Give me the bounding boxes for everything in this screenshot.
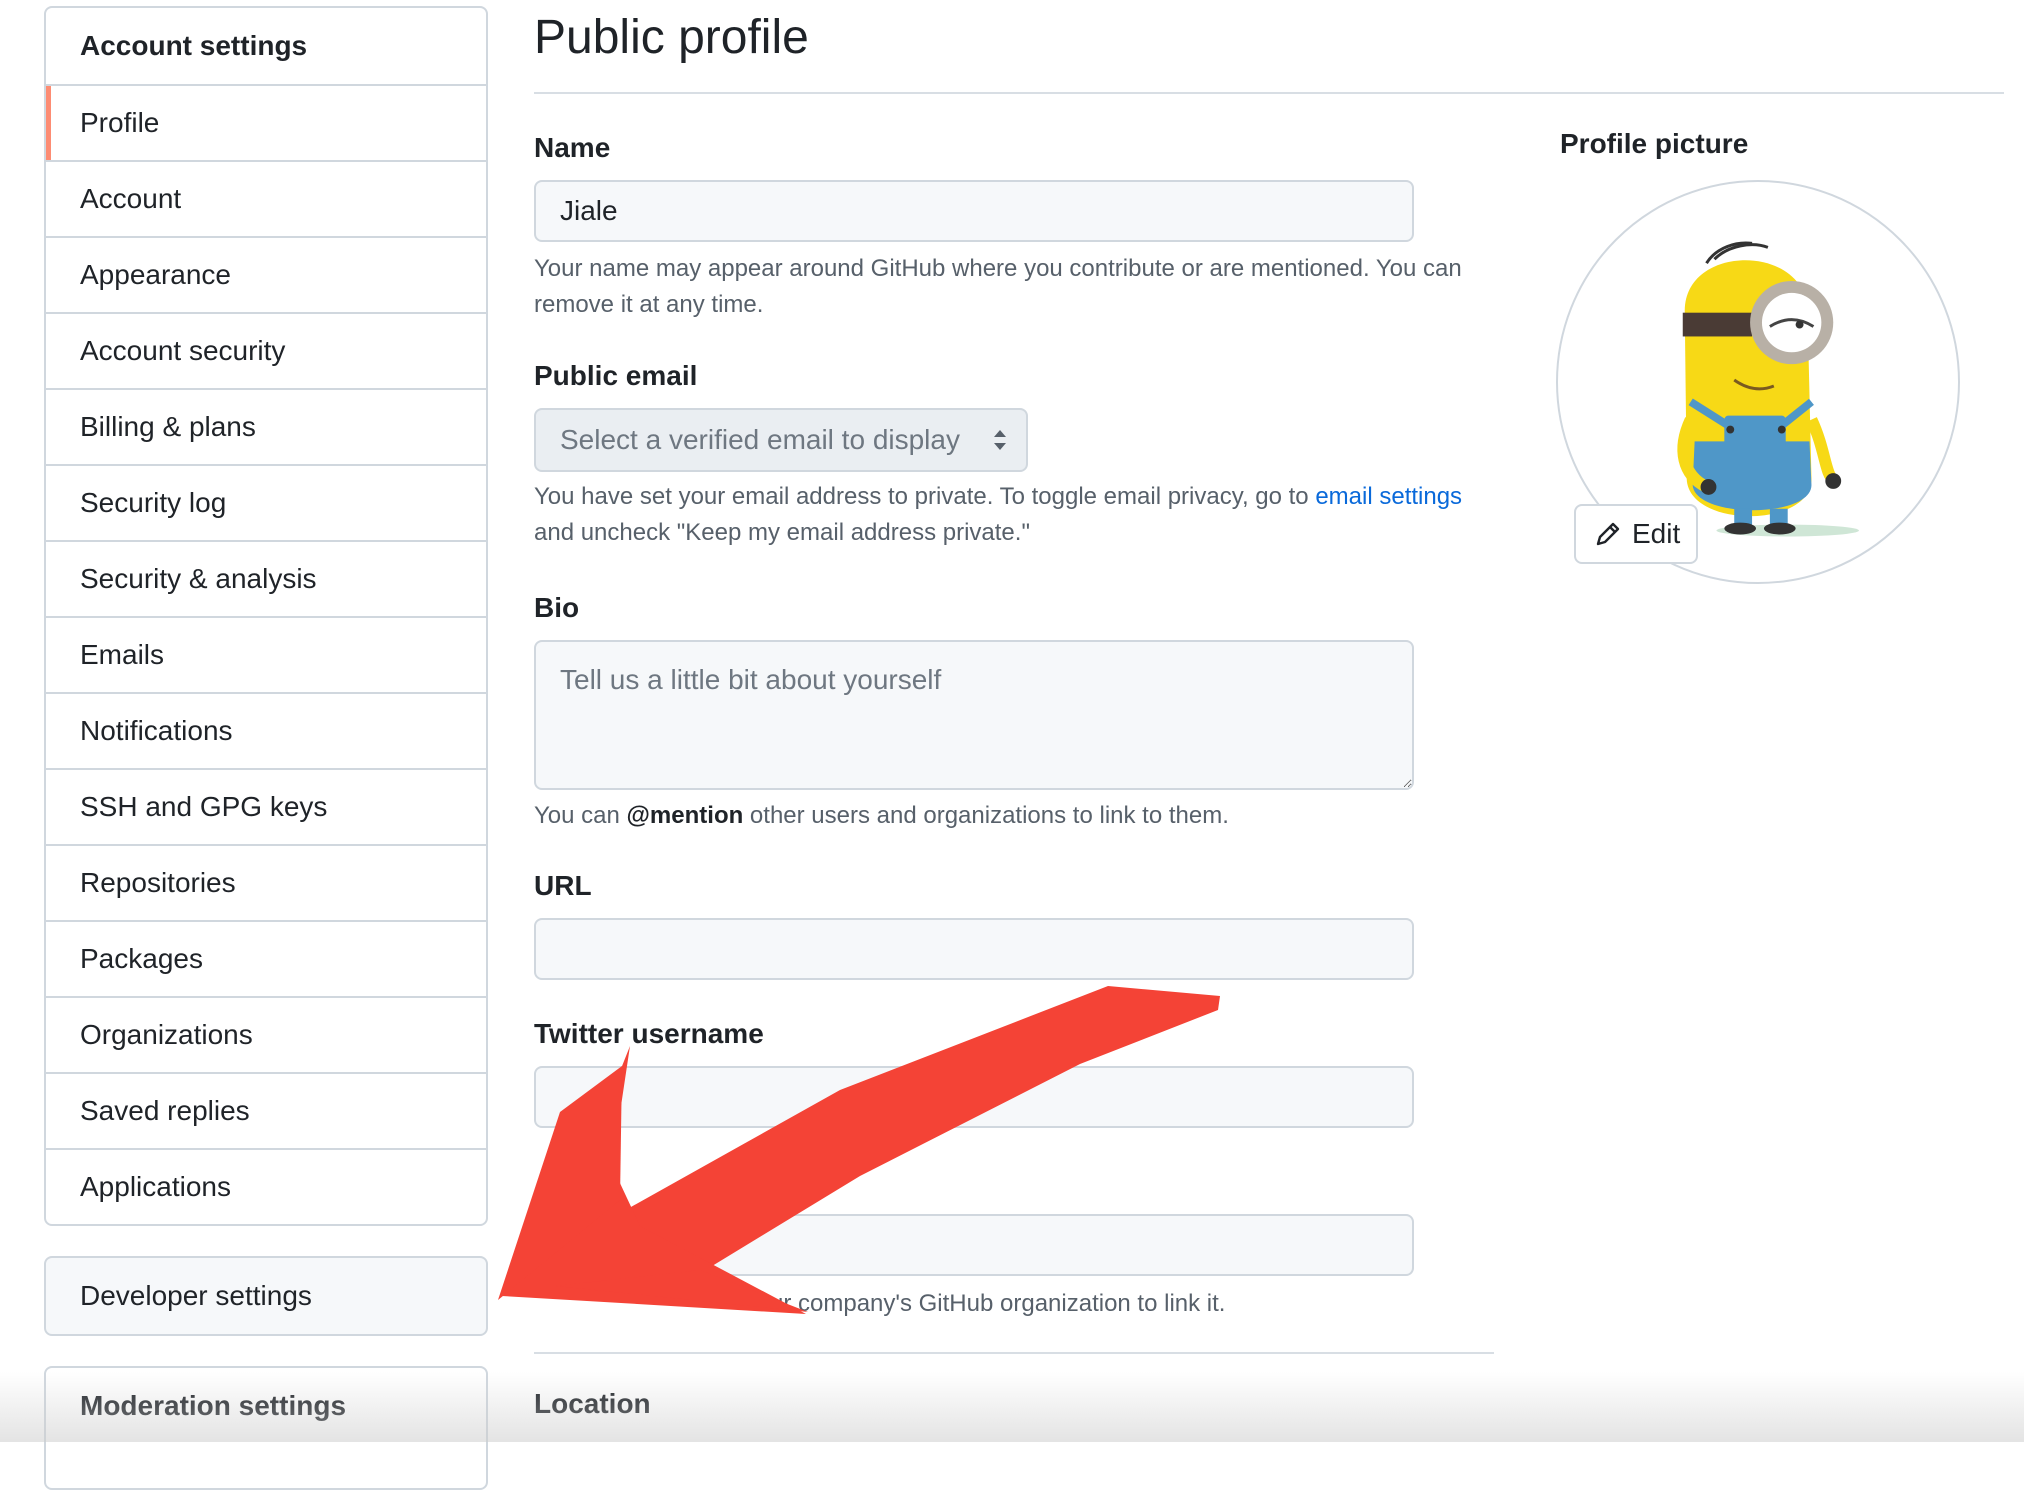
select-chevron-icon — [994, 430, 1006, 450]
company-note: ur company's GitHub organization to link… — [770, 1290, 1226, 1317]
developer-settings-box: Developer settings — [44, 1256, 488, 1336]
edit-avatar-button[interactable]: Edit — [1574, 504, 1698, 564]
sidebar-item-profile[interactable]: Profile — [46, 86, 486, 162]
sidebar-item-account-security[interactable]: Account security — [46, 314, 486, 390]
public-email-note-text-2: and uncheck "Keep my email address priva… — [534, 519, 1030, 546]
sidebar-item-security-log[interactable]: Security log — [46, 466, 486, 542]
sidebar-item-saved-replies[interactable]: Saved replies — [46, 1074, 486, 1150]
bio-note-text-2: other users and organizations to link to… — [743, 802, 1229, 829]
public-email-select[interactable]: Select a verified email to display — [534, 408, 1028, 472]
name-label: Name — [534, 132, 611, 163]
sidebar-item-developer-settings[interactable]: Developer settings — [46, 1258, 486, 1334]
public-email-note-text: You have set your email address to priva… — [534, 483, 1316, 510]
sidebar-item-organizations[interactable]: Organizations — [46, 998, 486, 1074]
title-divider — [534, 92, 2004, 94]
sidebar-item-billing-plans[interactable]: Billing & plans — [46, 390, 486, 466]
twitter-label: Twitter username — [534, 1018, 764, 1049]
profile-picture-label: Profile picture — [1560, 128, 1749, 159]
pencil-icon — [1596, 522, 1620, 546]
bio-textarea[interactable] — [534, 640, 1414, 790]
location-label: Location — [534, 1388, 651, 1419]
public-email-label: Public email — [534, 360, 698, 391]
sidebar-item-repositories[interactable]: Repositories — [46, 846, 486, 922]
section-divider — [534, 1352, 1494, 1354]
sidebar-header: Account settings — [46, 8, 486, 86]
bio-label: Bio — [534, 592, 580, 623]
moderation-settings-box: Moderation settings — [44, 1366, 488, 1490]
name-input[interactable] — [534, 180, 1414, 242]
moderation-settings-header: Moderation settings — [80, 1390, 347, 1421]
edit-label: Edit — [1632, 518, 1681, 549]
sidebar-item-emails[interactable]: Emails — [46, 618, 486, 694]
sidebar-item-appearance[interactable]: Appearance — [46, 238, 486, 314]
public-email-note: You have set your email address to priva… — [534, 479, 1474, 551]
sidebar-item-ssh-gpg-keys[interactable]: SSH and GPG keys — [46, 770, 486, 846]
sidebar-item-account[interactable]: Account — [46, 162, 486, 238]
sidebar-item-notifications[interactable]: Notifications — [46, 694, 486, 770]
url-input[interactable] — [534, 918, 1414, 980]
email-settings-link[interactable]: email settings — [1315, 483, 1462, 510]
bio-note: You can @mention other users and organiz… — [534, 798, 1474, 834]
twitter-input[interactable] — [534, 1066, 1414, 1128]
url-label: URL — [534, 870, 592, 901]
sidebar-item-applications[interactable]: Applications — [46, 1150, 486, 1224]
sidebar-item-packages[interactable]: Packages — [46, 922, 486, 998]
sidebar-item-security-analysis[interactable]: Security & analysis — [46, 542, 486, 618]
company-input[interactable] — [534, 1214, 1414, 1276]
mention-keyword: @mention — [626, 802, 744, 829]
settings-sidebar: Account settings Profile Account Appeara… — [44, 6, 488, 1226]
bio-note-text: You can — [534, 802, 627, 829]
public-email-selected: Select a verified email to display — [560, 424, 960, 455]
page-title: Public profile — [534, 11, 809, 64]
name-note: Your name may appear around GitHub where… — [534, 255, 1462, 318]
